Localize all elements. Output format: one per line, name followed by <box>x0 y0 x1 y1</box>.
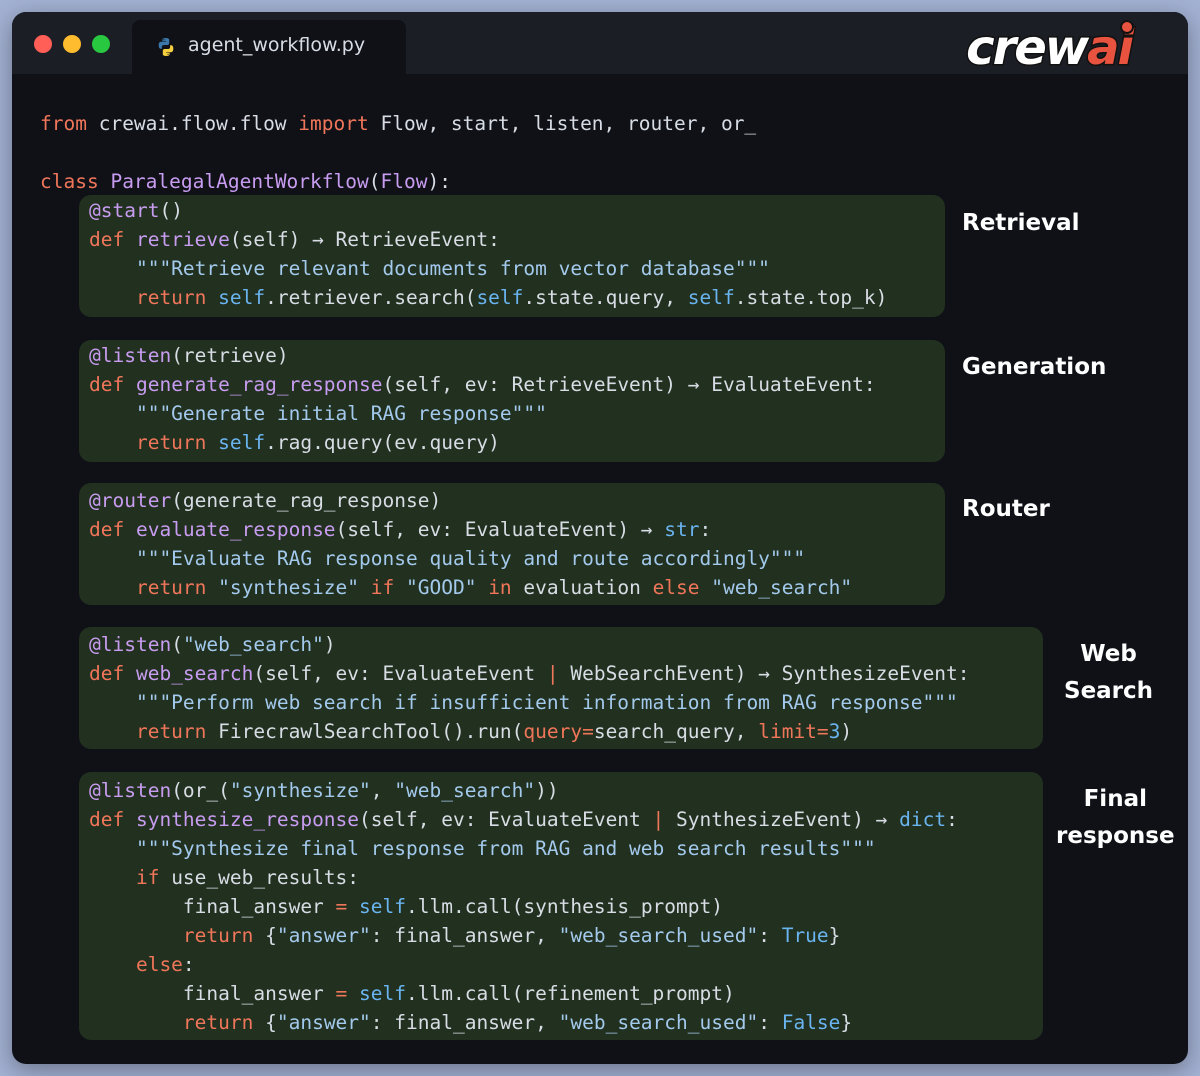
code-line: return self.rag.query(ev.query) <box>89 431 500 454</box>
crewai-logo: crewai <box>965 19 1136 78</box>
maximize-window-button[interactable] <box>92 35 110 53</box>
label-web-search: Web Search <box>1064 641 1154 704</box>
code-line: def retrieve(self) → RetrieveEvent: <box>89 228 500 251</box>
code-line-import: from crewai.flow.flow import Flow, start… <box>40 112 757 135</box>
code-line-docstring: """Perform web search if insufficient in… <box>89 691 958 714</box>
label-final-response: Final response <box>1056 786 1175 849</box>
code-line: return FirecrawlSearchTool().run(query=s… <box>89 720 853 743</box>
code-line: return {"answer": final_answer, "web_sea… <box>89 924 841 947</box>
code-line: def web_search(self, ev: EvaluateEvent |… <box>89 662 970 685</box>
code-block-web-search: @listen("web_search") def web_search(sel… <box>79 627 1043 749</box>
python-icon <box>158 38 174 56</box>
label-retrieval: Retrieval <box>962 210 1080 236</box>
code-line: final_answer = self.llm.call(refinement_… <box>89 982 735 1005</box>
code-line: return "synthesize" if "GOOD" in evaluat… <box>89 576 853 599</box>
code-line: else: <box>89 953 195 976</box>
minimize-window-button[interactable] <box>63 35 81 53</box>
code-line-docstring: """Retrieve relevant documents from vect… <box>89 257 770 280</box>
title-bar: agent_workflow.py crewai <box>12 12 1188 78</box>
close-window-button[interactable] <box>34 35 52 53</box>
code-block-generate: @listen(retrieve) def generate_rag_respo… <box>79 340 945 462</box>
logo-dot <box>1120 20 1134 34</box>
code-line: def synthesize_response(self, ev: Evalua… <box>89 808 958 831</box>
code-line: def evaluate_response(self, ev: Evaluate… <box>89 518 712 541</box>
code-block-final-response: @listen(or_("synthesize", "web_search"))… <box>79 772 1043 1040</box>
code-line-docstring: """Synthesize final response from RAG an… <box>89 837 876 860</box>
code-line: final_answer = self.llm.call(synthesis_p… <box>89 895 723 918</box>
code-line: @listen(retrieve) <box>89 344 289 367</box>
editor-window: agent_workflow.py crewai from crewai.flo… <box>12 12 1188 1064</box>
code-line: @listen("web_search") <box>89 633 336 656</box>
code-line-docstring: """Evaluate RAG response quality and rou… <box>89 547 806 570</box>
code-line: return {"answer": final_answer, "web_sea… <box>89 1011 853 1034</box>
code-line: @router(generate_rag_response) <box>89 489 442 512</box>
code-line: @listen(or_("synthesize", "web_search")) <box>89 779 559 802</box>
code-line: return self.retriever.search(self.state.… <box>89 286 888 309</box>
code-block-router: @router(generate_rag_response) def evalu… <box>79 483 945 605</box>
tab-label: agent_workflow.py <box>188 34 366 56</box>
label-router: Router <box>962 496 1050 522</box>
code-line: @start() <box>89 199 183 222</box>
label-generation: Generation <box>962 354 1107 380</box>
code-line-class: class ParalegalAgentWorkflow(Flow): <box>40 170 451 193</box>
code-line: def generate_rag_response(self, ev: Retr… <box>89 373 876 396</box>
tab-agent-workflow[interactable]: agent_workflow.py <box>132 20 406 74</box>
logo-main: crew <box>965 19 1091 78</box>
code-line: if use_web_results: <box>89 866 360 889</box>
code-line-docstring: """Generate initial RAG response""" <box>89 402 547 425</box>
code-block-retrieve: @start() def retrieve(self) → RetrieveEv… <box>79 195 945 317</box>
